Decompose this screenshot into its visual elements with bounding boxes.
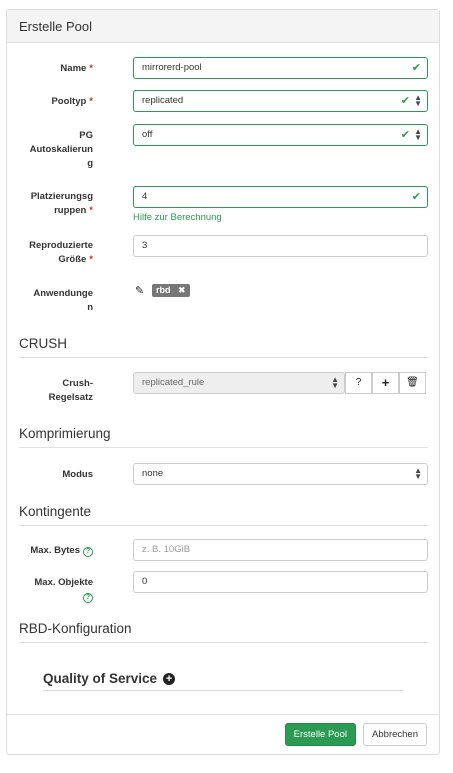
crush-ruleset-label: Crush- Regelsatz [48, 378, 93, 403]
compression-mode-select[interactable]: none ▲ ▼ [133, 463, 428, 485]
required-asterisk: * [89, 205, 93, 216]
compression-section-title: Komprimierung [19, 426, 428, 448]
qos-section-title: Quality of Service + [43, 671, 403, 691]
name-label: Name * [60, 63, 93, 74]
trash-icon: 🗑 [406, 377, 419, 388]
plus-circle-icon[interactable]: + [163, 673, 176, 685]
compression-mode-select-value: none [142, 468, 164, 479]
pg-autoscale-label: PG Autoskalierun g [29, 130, 93, 169]
crush-ruleset-select[interactable]: replicated_rule ▲ ▼ [133, 372, 345, 394]
quotas-section-title: Kontingente [19, 504, 428, 526]
required-asterisk: * [89, 63, 93, 74]
rbd-section-title: RBD-Konfiguration [19, 621, 428, 643]
name-input[interactable]: mirrorerd-pool ✔ [133, 57, 428, 79]
pg-count-input-value: 4 [142, 191, 148, 202]
create-pool-card: Erstelle Pool Name * mirrorerd-pool ✔ Poo… [6, 9, 440, 755]
check-icon: ✔ [411, 62, 421, 74]
pooltype-label: Pooltyp * [51, 96, 93, 107]
pooltype-select-value: replicated [142, 95, 184, 106]
max-bytes-label: Max. Bytes? [17, 544, 93, 558]
sort-arrows-icon: ▲ ▼ [414, 127, 422, 142]
crush-delete-button[interactable]: 🗑 [399, 372, 426, 394]
max-objects-input[interactable]: 0 [133, 571, 428, 593]
applications-label: Anwendunge n [33, 288, 93, 313]
help-icon: ? [355, 377, 362, 388]
max-objects-input-value: 0 [142, 576, 148, 587]
plus-icon: + [381, 375, 390, 390]
pooltype-select[interactable]: replicated ✔ ▲ ▼ [133, 90, 428, 112]
pg-autoscale-select-value: off [142, 129, 153, 140]
remove-icon[interactable]: ✖ [178, 285, 186, 295]
pg-count-label: Platzierungsg ruppen * [30, 191, 93, 216]
application-tag-label: rbd [156, 285, 171, 295]
pg-autoscale-select[interactable]: off ✔ ▲ ▼ [133, 124, 428, 146]
sort-arrows-icon: ▲ ▼ [414, 93, 422, 108]
sort-arrows-icon: ▲ ▼ [414, 466, 422, 481]
compression-mode-label: Modus [62, 469, 93, 480]
crush-section-title: CRUSH [19, 336, 428, 358]
max-bytes-input[interactable]: z. B. 10GiB [133, 539, 428, 561]
pencil-icon[interactable]: ✎ [135, 284, 144, 297]
help-icon[interactable]: ? [83, 547, 93, 557]
check-icon: ✔ [411, 191, 421, 203]
replicated-size-label: Reproduzierte Größe * [29, 240, 93, 265]
qos-title-text: Quality of Service [43, 671, 158, 686]
cancel-button[interactable]: Abbrechen [363, 723, 427, 746]
required-asterisk: * [89, 254, 93, 265]
replicated-size-input[interactable]: 3 [133, 235, 428, 257]
required-asterisk: * [89, 96, 93, 107]
max-bytes-placeholder: z. B. 10GiB [142, 544, 191, 555]
card-footer: Erstelle Pool Abbrechen [7, 714, 439, 754]
create-pool-button[interactable]: Erstelle Pool [284, 723, 356, 746]
page-title: Erstelle Pool [19, 19, 92, 34]
check-icon: ✔ [400, 95, 410, 107]
max-objects-label: Max. Objekte ? [34, 577, 93, 603]
help-icon[interactable]: ? [83, 593, 93, 603]
application-tag: rbd ✖ [152, 284, 190, 297]
sort-arrows-icon: ▲ ▼ [331, 375, 339, 390]
crush-ruleset-select-value: replicated_rule [142, 377, 205, 388]
crush-help-button[interactable]: ? [345, 372, 372, 394]
card-header: Erstelle Pool [7, 10, 439, 43]
pg-count-input[interactable]: 4 ✔ [133, 186, 428, 208]
crush-add-button[interactable]: + [372, 372, 399, 394]
name-input-value: mirrorerd-pool [142, 62, 202, 73]
pg-calc-help-link[interactable]: Hilfe zur Berechnung [133, 212, 222, 223]
check-icon: ✔ [400, 129, 410, 141]
replicated-size-input-value: 3 [142, 240, 148, 251]
